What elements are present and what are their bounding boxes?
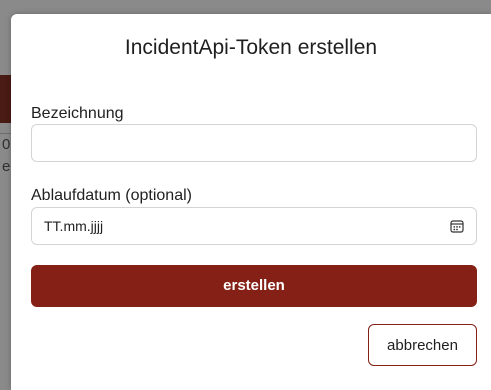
- dialog-title: IncidentApi-Token erstellen: [124, 36, 378, 59]
- cancel-button[interactable]: abbrechen: [368, 324, 477, 366]
- expiry-date-input[interactable]: TT.mm.jjjj: [31, 207, 477, 245]
- background-text-fragment: e: [2, 158, 11, 175]
- name-input[interactable]: [31, 124, 477, 162]
- create-token-dialog: IncidentApi-Token erstellen Bezeichnung …: [11, 14, 491, 390]
- name-label: Bezeichnung: [31, 105, 124, 122]
- calendar-icon[interactable]: [450, 219, 464, 233]
- background-text-fragment: 0: [2, 136, 11, 153]
- expiry-date-value: TT.mm.jjjj: [44, 218, 104, 234]
- expiry-date-label: Ablaufdatum (optional): [31, 187, 192, 204]
- create-button[interactable]: erstellen: [31, 265, 477, 307]
